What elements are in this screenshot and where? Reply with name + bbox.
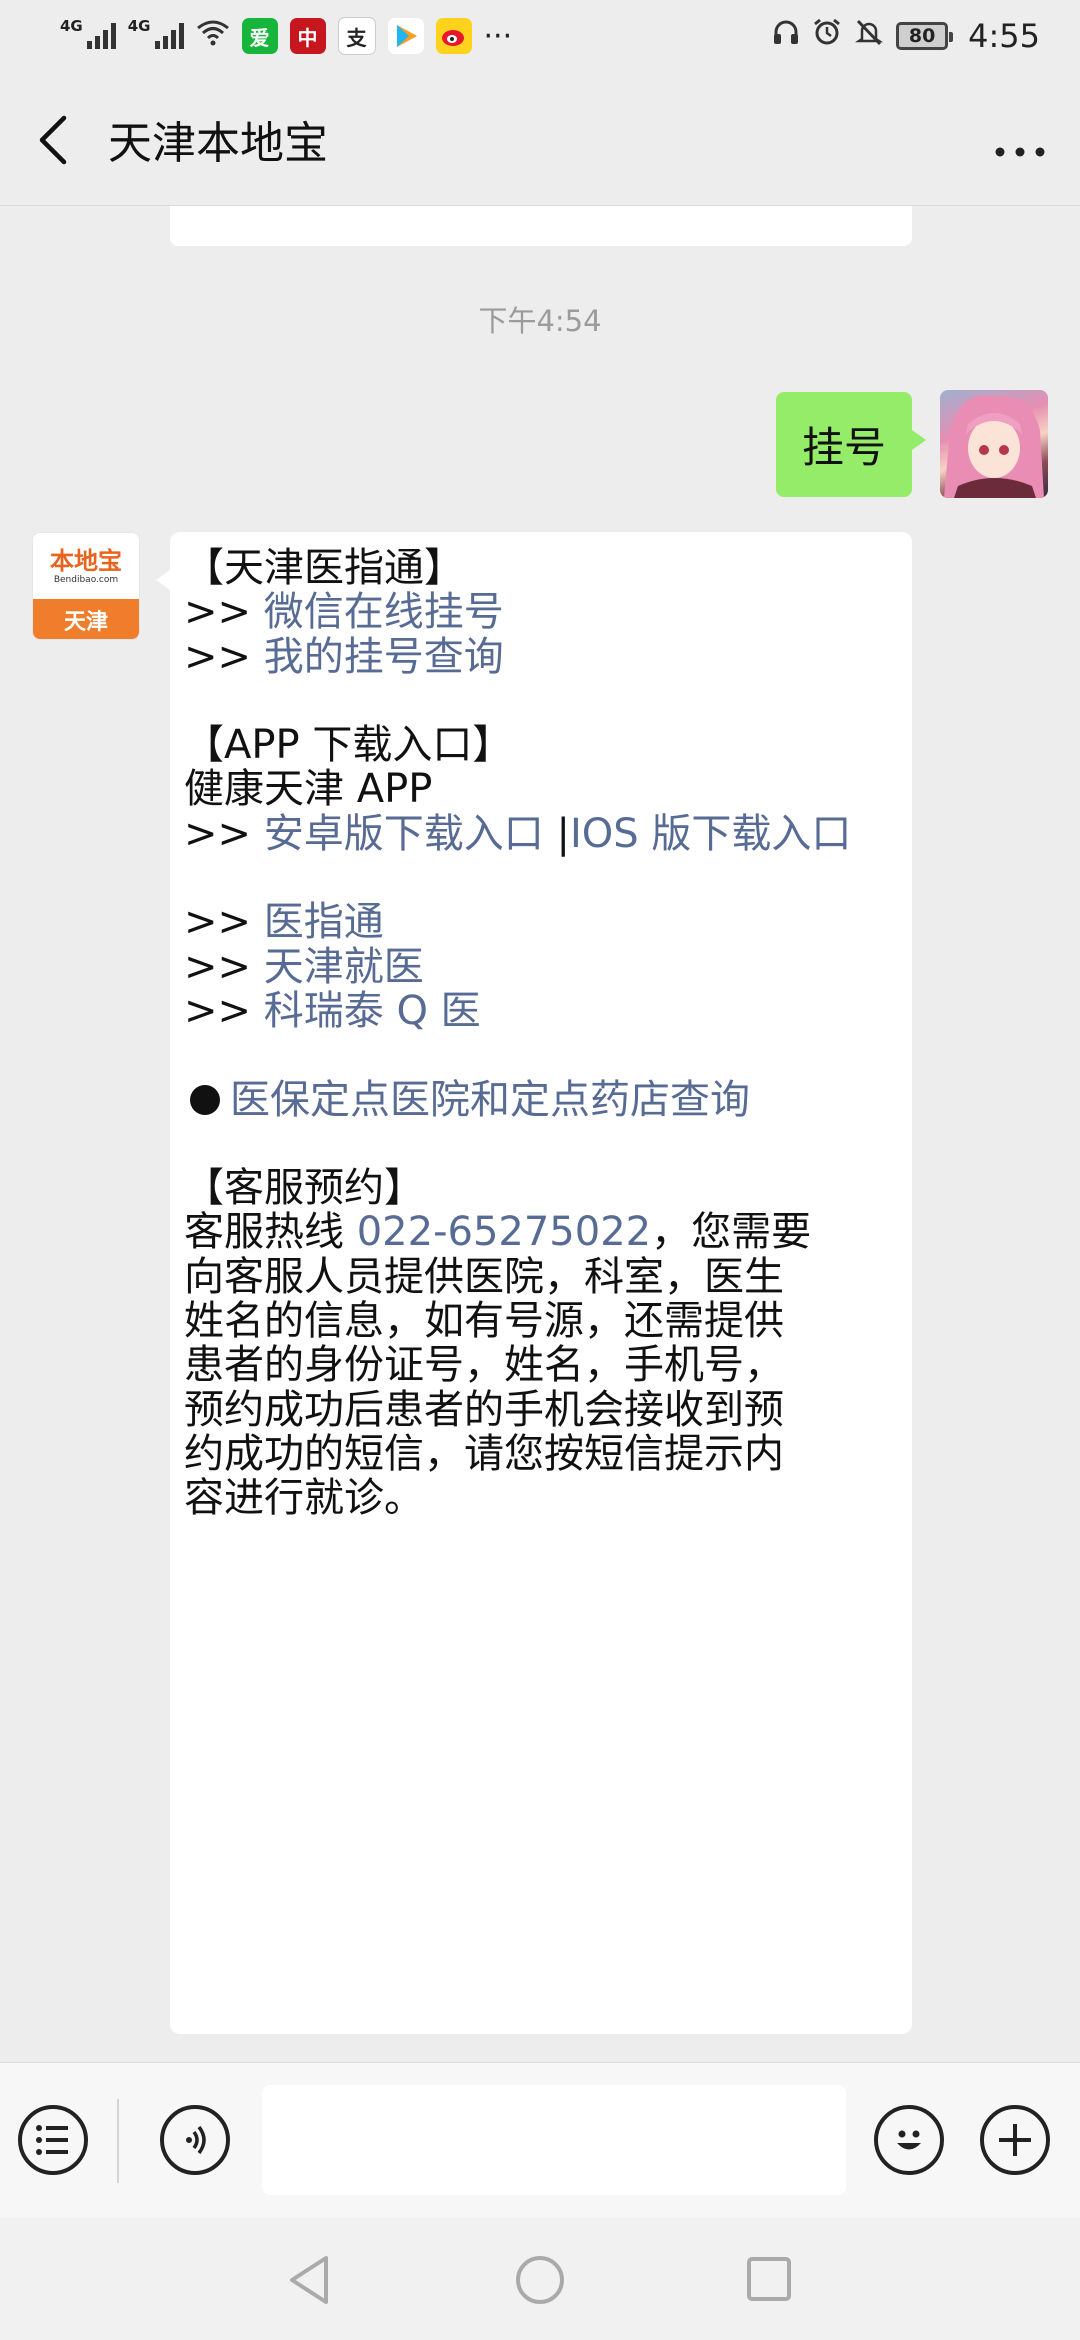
outgoing-message-text: 挂号	[801, 423, 886, 472]
status-left: 4G 4G 爱 中 支 ···	[60, 17, 512, 55]
list-item: >> 科瑞泰 Q 医	[184, 989, 888, 1033]
status-bar: 4G 4G 爱 中 支 ··· 80 4:55	[0, 0, 1080, 72]
link-my-register[interactable]: 我的挂号查询	[264, 634, 504, 680]
hotline-label: 客服热线	[184, 1209, 357, 1256]
input-bar	[0, 2062, 1080, 2218]
hotline-text: ，您需要	[651, 1209, 812, 1256]
nav-recents-icon[interactable]	[746, 2256, 792, 2306]
more-notifications-icon: ···	[483, 18, 513, 54]
system-nav-bar	[0, 2218, 1080, 2340]
clock: 4:55	[968, 17, 1040, 55]
paragraph-line: 姓名的信息，如有号源，还需提供	[184, 1298, 784, 1345]
my-avatar[interactable]	[940, 390, 1048, 498]
prefix-arrows: >>	[184, 943, 252, 990]
bot-logo-city: 天津	[33, 599, 139, 639]
bullet-icon	[190, 1084, 220, 1115]
alipay-icon: 支	[337, 17, 376, 55]
hotline-number-link[interactable]: 022-65275022	[357, 1209, 651, 1255]
previous-message-bubble	[170, 206, 912, 246]
message-input[interactable]	[262, 2085, 846, 2195]
link-separator: |	[556, 810, 570, 857]
iqiyi-icon: 爱	[241, 18, 278, 54]
link-tianjin-jiuyi[interactable]: 天津就医	[264, 944, 424, 990]
add-more-icon[interactable]	[980, 2105, 1050, 2175]
paragraph-line: 约成功的短信，请您按短信提示内	[184, 1430, 784, 1477]
paragraph-line: 容进行就诊。	[184, 1475, 424, 1522]
prefix-arrows: >>	[184, 899, 252, 946]
app-name: 健康天津 APP	[184, 766, 433, 813]
bot-logo-domain: Bendibao.com	[53, 575, 119, 585]
link-android-download[interactable]: 安卓版下载入口	[264, 811, 544, 857]
message-timestamp: 下午4:54	[478, 304, 602, 338]
network-type-1: 4G	[60, 17, 83, 35]
prefix-arrows: >>	[184, 633, 252, 680]
emoji-icon[interactable]	[874, 2105, 944, 2175]
headphones-icon	[772, 18, 800, 54]
hotline-line: 客服热线 022-65275022，您需要	[184, 1210, 888, 1254]
alarm-icon	[812, 17, 842, 55]
status-right: 80 4:55	[772, 17, 1040, 55]
bot-logo-brand: 本地宝	[50, 547, 122, 575]
menu-list-icon[interactable]	[18, 2105, 88, 2175]
list-item: >> 安卓版下载入口 |IOS 版下载入口	[184, 812, 888, 856]
prefix-arrows: >>	[184, 589, 252, 636]
list-item: >> 我的挂号查询	[184, 633, 888, 680]
mute-bell-icon	[854, 17, 884, 55]
nav-home-icon[interactable]	[514, 2254, 566, 2310]
list-item: >> 医指通	[184, 900, 888, 944]
nav-back-icon[interactable]	[286, 2254, 332, 2310]
chat-title: 天津本地宝	[108, 117, 328, 169]
list-item: >> 微信在线挂号	[184, 590, 888, 634]
prefix-arrows: >>	[184, 987, 252, 1034]
signal-icon	[86, 23, 116, 49]
paragraph-line: 向客服人员提供医院，科室，医生	[184, 1253, 784, 1300]
weibo-icon	[435, 18, 472, 54]
section-title-app: 【APP 下载入口】	[184, 722, 513, 769]
tencent-video-icon	[387, 18, 424, 54]
link-yibao-query[interactable]: 医保定点医院和定点药店查询	[230, 1077, 750, 1123]
outgoing-message[interactable]: 挂号	[775, 392, 927, 497]
wifi-icon	[196, 18, 230, 54]
incoming-message[interactable]: 【天津医指通】 >> 微信在线挂号 >> 我的挂号查询 【APP 下载入口】 健…	[156, 532, 912, 2034]
paragraph-line: 患者的身份证号，姓名，手机号，	[184, 1342, 784, 1389]
bot-avatar[interactable]: 本地宝 Bendibao.com 天津	[32, 532, 140, 640]
link-keruitai[interactable]: 科瑞泰 Q 医	[264, 988, 481, 1034]
link-wechat-register[interactable]: 微信在线挂号	[264, 589, 504, 635]
section-title-yizhitong: 【天津医指通】	[184, 545, 464, 591]
battery-icon: 80	[896, 22, 954, 50]
signal-icon-2	[154, 23, 184, 49]
bank-of-china-icon: 中	[289, 18, 326, 54]
back-arrow-icon[interactable]	[34, 112, 74, 168]
chat-area[interactable]: 下午4:54 挂号 本地宝 Bendibao.com 天津 【天津医指通】 >>…	[0, 206, 1080, 2062]
bot-logo-top: 本地宝 Bendibao.com	[33, 533, 139, 599]
voice-input-icon[interactable]	[160, 2105, 230, 2175]
prefix-arrows: >>	[184, 810, 252, 857]
paragraph-line: 预约成功后患者的手机会接收到预	[184, 1386, 784, 1433]
section-title-service: 【客服预约】	[184, 1165, 424, 1212]
more-options-icon[interactable]	[994, 122, 1046, 168]
list-item: >> 天津就医	[184, 945, 888, 989]
title-bar: 天津本地宝	[0, 72, 1080, 206]
list-item: 医保定点医院和定点药店查询	[184, 1077, 888, 1123]
link-ios-download[interactable]: IOS 版下载入口	[570, 811, 851, 857]
divider	[117, 2099, 119, 2183]
link-yizhitong[interactable]: 医指通	[264, 899, 384, 945]
network-type-2: 4G	[127, 17, 151, 35]
